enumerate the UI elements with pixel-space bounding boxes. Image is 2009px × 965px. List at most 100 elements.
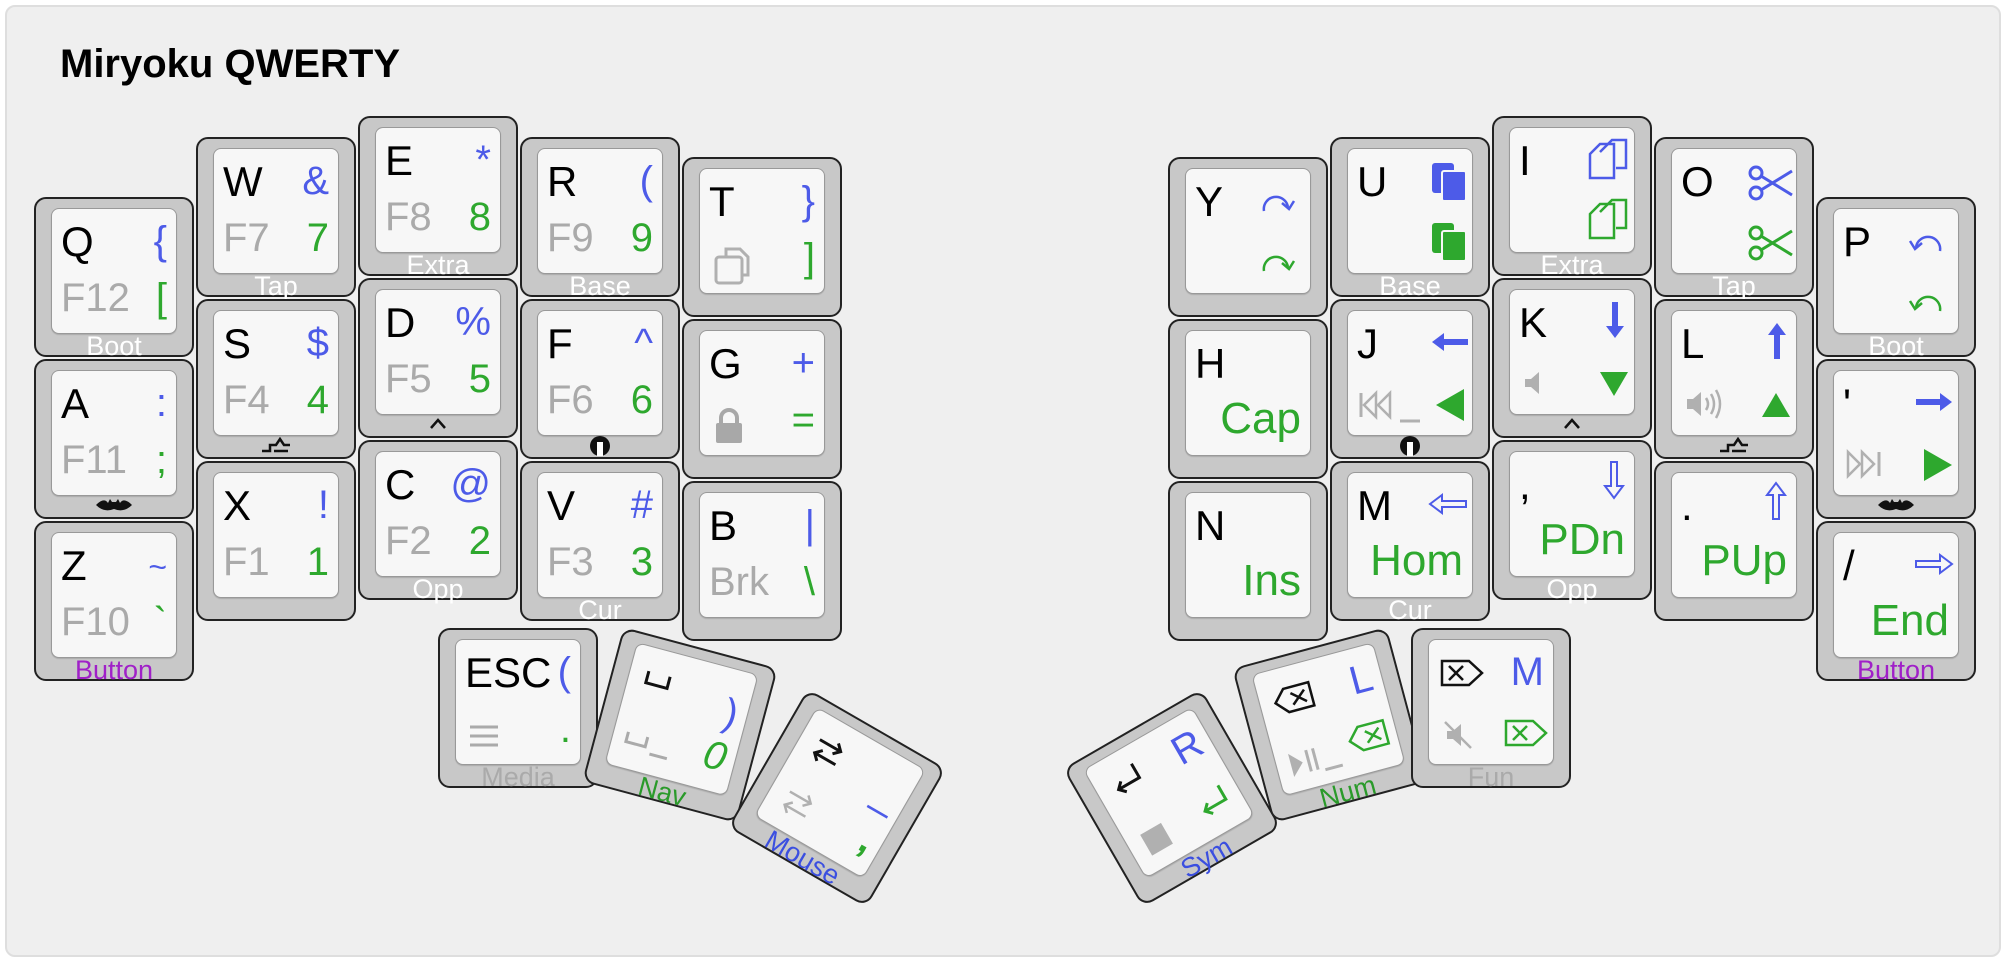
key-k[interactable]: K: [1492, 278, 1652, 438]
key-shift-label: :: [155, 381, 167, 425]
key-label: I: [1519, 137, 1531, 184]
key-h[interactable]: H Cap: [1168, 319, 1328, 479]
next-track-icon: [1846, 449, 1881, 479]
key-label: J: [1357, 320, 1378, 367]
key-w[interactable]: W & F7 7 Tap: [196, 137, 356, 300]
key-label: Y: [1195, 178, 1224, 225]
key-u[interactable]: U Base: [1330, 137, 1490, 300]
key-num-label: 3: [630, 540, 653, 584]
key-nav-label: Cap: [1220, 394, 1301, 443]
key-fn-label: F12: [61, 276, 130, 320]
key-nav-label: PDn: [1539, 515, 1625, 564]
key-num-label: .: [559, 707, 571, 751]
key-num-label: 2: [468, 519, 491, 563]
key-num-label: \: [803, 560, 815, 604]
key-label: E: [385, 137, 414, 184]
key-label: K: [1519, 299, 1548, 346]
key-shift-label: L: [1344, 655, 1378, 704]
key-shift-label: _: [866, 770, 908, 820]
key-period[interactable]: . PUp: [1654, 461, 1814, 621]
key-c[interactable]: C @ F2 2 Opp: [358, 440, 518, 603]
key-label: V: [547, 482, 576, 529]
right-arrow-icon: [1916, 393, 1952, 411]
ctrl-icon: [1564, 418, 1580, 429]
key-num-label: 4: [306, 378, 329, 422]
key-nav-label: Hom: [1370, 536, 1463, 585]
key-e[interactable]: E * F8 8 Extra: [358, 116, 518, 279]
left-triangle-icon: [1436, 389, 1464, 421]
key-y[interactable]: Y: [1168, 157, 1328, 317]
home-arrow-icon: [1428, 493, 1467, 515]
key-label: M: [1357, 482, 1392, 529]
key-v[interactable]: V # F3 3 Cur: [520, 461, 680, 625]
key-m[interactable]: M Hom Cur: [1330, 461, 1490, 624]
copy-icon: [1588, 198, 1628, 240]
keymap-title: Miryoku QWERTY: [60, 42, 401, 86]
key-shift-label: (: [639, 159, 653, 203]
key-label: C: [385, 461, 416, 508]
key-hold-label: Opp: [1546, 574, 1598, 604]
key-slash[interactable]: / End Button: [1816, 521, 1976, 684]
key-fn-label: F9: [547, 216, 594, 260]
key-q[interactable]: Q { F12 [ Boot: [34, 197, 194, 361]
key-shift-label: }: [801, 179, 815, 223]
key-label: A: [61, 380, 90, 427]
lock-icon: [716, 408, 742, 443]
key-b[interactable]: B | Brk \: [682, 481, 842, 641]
key-f[interactable]: F ^ F6 6: [520, 299, 680, 459]
right-triangle-icon: [1924, 449, 1952, 481]
key-i[interactable]: I Extra: [1492, 116, 1652, 279]
key-hold-label: Fun: [1467, 762, 1515, 792]
key-shift-label: ^: [634, 321, 653, 365]
key-shift-label: &: [302, 159, 329, 203]
volume-up-icon: [1687, 389, 1722, 419]
key-label: ': [1843, 380, 1852, 427]
key-num-label: 5: [468, 357, 491, 401]
key-fn-label: F11: [61, 438, 127, 482]
undo-icon: [1908, 235, 1942, 252]
key-quote[interactable]: ': [1816, 359, 1976, 519]
key-label: N: [1195, 502, 1226, 549]
tab-icon: [812, 738, 843, 767]
key-esc[interactable]: ESC ( . Media: [438, 628, 598, 791]
key-hold-label: Button: [74, 655, 154, 685]
key-g[interactable]: G + =: [682, 319, 842, 479]
key-shift-label: (: [557, 650, 571, 694]
key-n[interactable]: N Ins: [1168, 481, 1328, 641]
key-fn-label: F1: [223, 540, 270, 584]
key-comma[interactable]: , PDn Opp: [1492, 440, 1652, 604]
key-fn-label: F7: [223, 216, 270, 260]
mute-icon: [1444, 721, 1472, 749]
paste-icon: [1432, 223, 1467, 262]
key-label: G: [709, 340, 742, 387]
key-delete[interactable]: M Fun: [1411, 628, 1571, 792]
key-hold-label: Boot: [86, 331, 142, 361]
key-j[interactable]: J: [1330, 299, 1490, 459]
end-arrow-icon: [1915, 553, 1954, 575]
key-t[interactable]: T } ]: [682, 157, 842, 317]
key-shift-label: %: [455, 300, 491, 344]
key-x[interactable]: X ! F1 1: [196, 461, 356, 621]
key-label: R: [547, 158, 578, 205]
key-p[interactable]: P Boot: [1816, 197, 1976, 360]
ctrl-icon: [430, 418, 446, 429]
key-s[interactable]: S $ F4 4: [196, 299, 356, 459]
key-z[interactable]: Z ~ F10 ` Button: [34, 521, 194, 685]
menu-icon: [470, 725, 498, 747]
key-num-label: 8: [468, 195, 491, 239]
key-hold-label: Cur: [578, 595, 622, 625]
key-l[interactable]: L: [1654, 299, 1814, 459]
key-shift-label: #: [630, 483, 653, 527]
play-pause-icon: [1288, 747, 1344, 778]
shift-icon: [262, 437, 290, 453]
tab-icon-faded: [783, 790, 813, 818]
key-d[interactable]: D % F5 5: [358, 278, 518, 438]
key-fn-label: F2: [385, 519, 432, 563]
key-num-label: 9: [630, 216, 653, 260]
left-arrow-icon: [1432, 333, 1468, 351]
key-num-label: =: [791, 398, 815, 442]
key-o[interactable]: O Tap: [1654, 137, 1814, 300]
key-label: ESC: [465, 649, 552, 696]
key-a[interactable]: A : F11 ;: [34, 359, 194, 519]
key-r[interactable]: R ( F9 9 Base: [520, 137, 680, 300]
